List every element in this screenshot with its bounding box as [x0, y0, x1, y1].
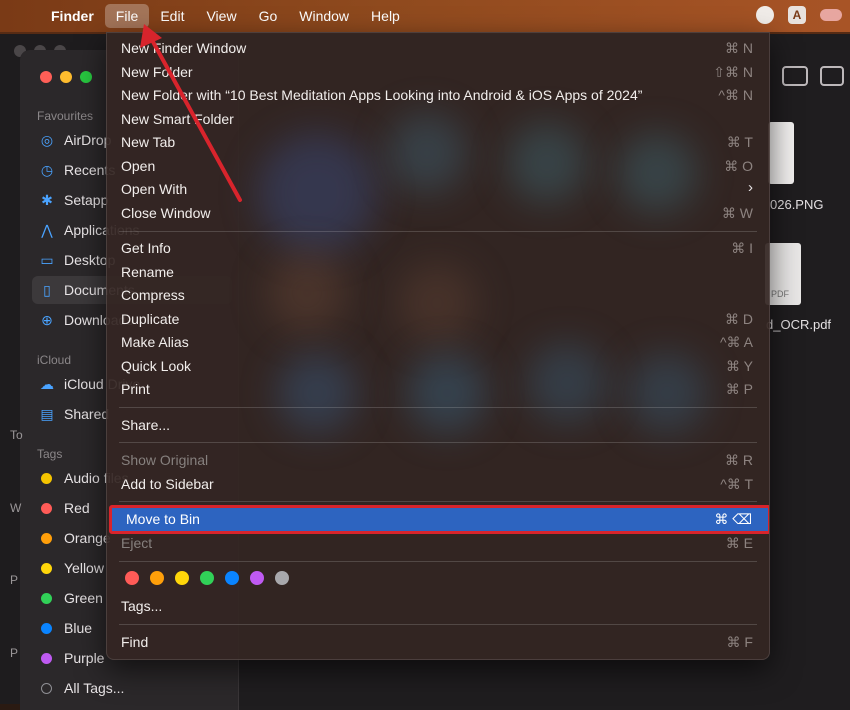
annotation-arrow [140, 24, 242, 202]
